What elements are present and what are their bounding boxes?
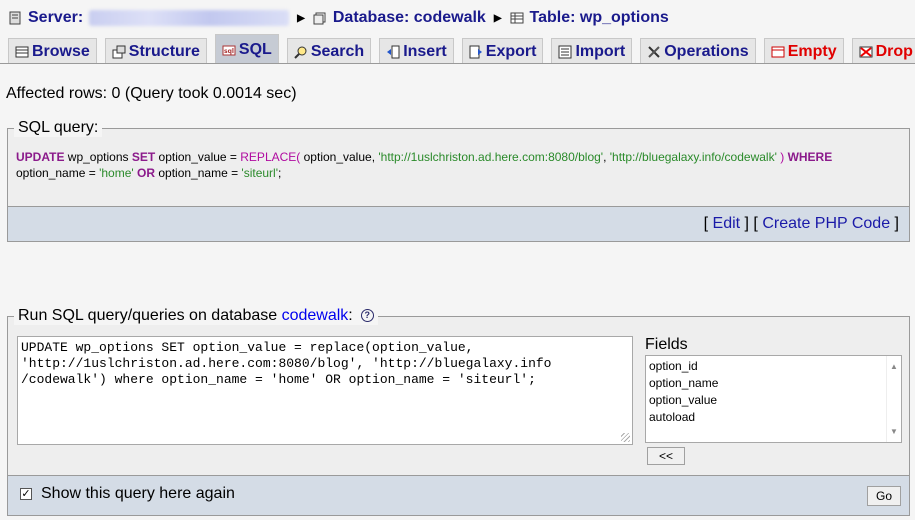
redacted-server-name: [89, 10, 290, 26]
breadcrumb: Server: ▶ Database: codewalk ▶ Table: wp…: [8, 8, 669, 28]
breadcrumb-arrow-icon: ▶: [297, 12, 305, 24]
show-query-checkbox[interactable]: ✓: [20, 488, 32, 500]
sql-string: 'http://bluegalaxy.info/codewalk': [609, 150, 777, 164]
sql-text: option_value,: [300, 150, 379, 164]
sql-text: option_value =: [155, 150, 241, 164]
tab-label: Export: [485, 42, 537, 60]
database-icon: [313, 12, 326, 25]
fields-listbox[interactable]: option_id option_name option_value autol…: [645, 355, 902, 443]
field-option[interactable]: option_value: [649, 392, 898, 409]
go-button[interactable]: Go: [867, 486, 901, 506]
drop-icon: [859, 46, 873, 57]
tab-label: Search: [310, 42, 365, 60]
tab-empty[interactable]: Empty: [763, 38, 844, 64]
sql-text: ,: [603, 150, 610, 164]
tab-browse[interactable]: Browse: [8, 38, 97, 64]
legend-colon: :: [348, 307, 353, 324]
tab-import[interactable]: Import: [551, 38, 633, 64]
search-icon: [294, 46, 307, 59]
sql-query-fieldset: SQL query: UPDATE wp_options SET option_…: [7, 119, 910, 242]
tab-bar: Browse Structure sql SQL Search Insert E…: [8, 34, 915, 64]
tab-drop[interactable]: Drop: [851, 38, 915, 64]
textarea-content: UPDATE wp_options SET option_value = rep…: [21, 340, 552, 387]
tab-label: Drop: [875, 42, 913, 60]
tab-operations[interactable]: Operations: [640, 38, 756, 64]
run-sql-fieldset: Run SQL query/queries on database codewa…: [7, 307, 910, 516]
show-query-label: Show this query here again: [41, 485, 235, 502]
run-sql-legend: Run SQL query/queries on database codewa…: [14, 307, 378, 325]
tab-label: Structure: [128, 42, 200, 60]
sql-string: 'http://1uslchriston.ad.here.com:8080/bl…: [378, 150, 604, 164]
sql-query-textarea[interactable]: UPDATE wp_options SET option_value = rep…: [17, 336, 633, 445]
run-sql-footer: ✓ Show this query here again Go: [8, 476, 909, 515]
breadcrumb-arrow-icon: ▶: [493, 12, 502, 24]
sql-string: 'siteurl': [241, 166, 279, 180]
legend-text: Run SQL query/queries on database: [18, 307, 282, 324]
structure-icon: [112, 45, 126, 58]
sql-keyword: OR: [137, 166, 156, 180]
tab-label: Empty: [787, 42, 837, 60]
affected-rows-message: Affected rows: 0 (Query took 0.0014 sec): [6, 85, 297, 102]
tab-divider: [0, 63, 915, 64]
tab-label: Import: [575, 42, 626, 60]
insert-icon: [387, 45, 400, 58]
scroll-down-icon[interactable]: ▼: [890, 423, 898, 440]
executed-sql-query: UPDATE wp_options SET option_value = REP…: [16, 149, 903, 181]
tab-label: SQL: [238, 40, 272, 58]
tab-label: Operations: [664, 42, 749, 60]
operations-icon: [648, 45, 660, 58]
help-icon[interactable]: ?: [360, 309, 374, 323]
export-icon: [469, 45, 482, 58]
field-option[interactable]: autoload: [649, 409, 898, 426]
insert-field-button[interactable]: <<: [647, 447, 685, 465]
query-links: [ Edit ] [ Create PHP Code ]: [703, 215, 899, 232]
tab-sql[interactable]: sql SQL: [214, 34, 279, 64]
tab-label: Browse: [32, 42, 90, 60]
field-option[interactable]: option_name: [649, 375, 898, 392]
sql-string: 'home': [99, 166, 134, 180]
field-option[interactable]: option_id: [649, 358, 898, 375]
tab-label: Insert: [403, 42, 447, 60]
sql-text: option_name =: [16, 166, 100, 180]
sql-keyword: UPDATE: [16, 150, 65, 164]
edit-link[interactable]: Edit: [713, 215, 741, 232]
sql-keyword: SET: [131, 150, 156, 164]
database-codewalk-link[interactable]: codewalk: [282, 307, 349, 324]
scroll-up-icon[interactable]: ▲: [890, 358, 898, 375]
sql-query-legend: SQL query:: [14, 119, 103, 137]
tab-search[interactable]: Search: [286, 38, 372, 64]
sql-text: option_name =: [155, 166, 242, 180]
sql-query-footer: [ Edit ] [ Create PHP Code ]: [8, 207, 909, 241]
server-link[interactable]: Server:: [28, 9, 83, 27]
empty-icon: [771, 46, 785, 57]
sql-keyword: WHERE: [787, 150, 833, 164]
sql-function: REPLACE(: [240, 150, 301, 164]
sql-text: ;: [278, 166, 282, 180]
database-link[interactable]: Database: codewalk: [333, 9, 486, 27]
tab-export[interactable]: Export: [461, 38, 544, 64]
fields-label: Fields: [645, 336, 688, 353]
sql-function: ): [776, 150, 788, 164]
resize-grip-icon[interactable]: [621, 433, 630, 442]
create-php-code-link[interactable]: Create PHP Code: [762, 215, 890, 232]
tab-insert[interactable]: Insert: [379, 38, 454, 64]
table-icon: [510, 12, 524, 24]
browse-icon: [15, 46, 29, 57]
table-link[interactable]: Table: wp_options: [530, 9, 669, 27]
import-icon: [558, 45, 572, 58]
server-icon: [9, 11, 21, 25]
sql-text: wp_options: [64, 150, 132, 164]
sql-icon: sql: [222, 45, 236, 55]
tab-structure[interactable]: Structure: [104, 38, 207, 64]
svg-text:sql: sql: [224, 48, 234, 55]
listbox-scrollbar[interactable]: ▲ ▼: [886, 356, 901, 442]
